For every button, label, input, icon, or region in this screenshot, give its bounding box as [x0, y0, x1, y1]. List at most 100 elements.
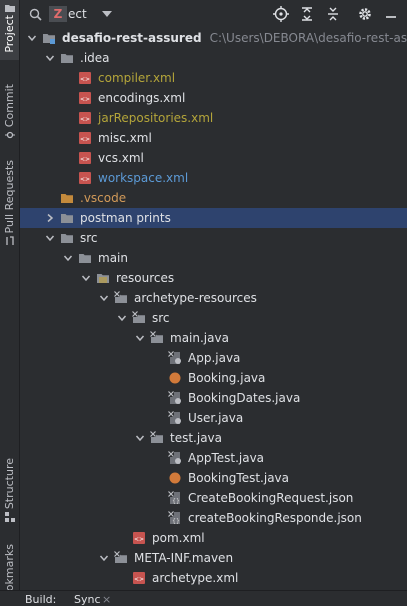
- hide-icon[interactable]: [383, 6, 399, 22]
- chevron-down-icon[interactable]: [80, 272, 92, 284]
- tree-item-label: .idea: [80, 51, 110, 65]
- tree-item[interactable]: postman prints: [20, 208, 407, 228]
- tree-item[interactable]: main: [20, 248, 407, 268]
- xml-file-icon: <>: [78, 131, 92, 145]
- tree-item[interactable]: <> misc.xml: [20, 128, 407, 148]
- tree-item[interactable]: .vscode: [20, 188, 407, 208]
- pull-requests-tab[interactable]: Pull Requests: [0, 160, 19, 250]
- structure-tab[interactable]: Structure: [0, 458, 19, 524]
- expand-all-icon[interactable]: [299, 6, 315, 22]
- tree-item[interactable]: META-INF.maven: [20, 548, 407, 568]
- tree-item[interactable]: resources: [20, 268, 407, 288]
- tree-item[interactable]: src: [20, 228, 407, 248]
- tree-item-label: .vscode: [80, 191, 127, 205]
- tree-item[interactable]: main.java: [20, 328, 407, 348]
- tree-item[interactable]: <> vcs.xml: [20, 148, 407, 168]
- tree-item-label: test.java: [170, 431, 223, 445]
- chevron-down-icon[interactable]: [102, 11, 112, 17]
- tree-item[interactable]: {} createBookingResponde.json: [20, 508, 407, 528]
- tree-item[interactable]: archetype-resources: [20, 288, 407, 308]
- folder-icon: [60, 231, 74, 245]
- folder-icon: [60, 51, 74, 65]
- chevron-down-icon[interactable]: [44, 232, 56, 244]
- tree-item[interactable]: <> encodings.xml: [20, 88, 407, 108]
- chevron-down-icon[interactable]: [62, 252, 74, 264]
- tree-item-label: vcs.xml: [98, 151, 144, 165]
- xml-file-icon: <>: [78, 171, 92, 185]
- settings-icon[interactable]: [357, 6, 373, 22]
- tree-item-label: jarRepositories.xml: [98, 111, 214, 125]
- tree-item[interactable]: AppTest.java: [20, 448, 407, 468]
- sync-tab[interactable]: Sync: [74, 593, 101, 606]
- tree-item[interactable]: BookingDates.java: [20, 388, 407, 408]
- chevron-down-icon[interactable]: [116, 312, 128, 324]
- tree-item[interactable]: desafio-rest-assured C:\Users\DEBORA\desa…: [20, 28, 407, 48]
- tree-item-label: BookingTest.java: [188, 471, 290, 485]
- tree-item[interactable]: src: [20, 308, 407, 328]
- locate-icon[interactable]: [273, 6, 289, 22]
- chevron-right-icon[interactable]: [44, 212, 56, 224]
- chevron-down-icon[interactable]: [26, 32, 38, 44]
- commit-tab[interactable]: Commit: [0, 84, 19, 144]
- structure-icon: [4, 512, 15, 523]
- xml-file-icon: <>: [132, 531, 146, 545]
- chevron-down-icon[interactable]: [98, 552, 110, 564]
- tree-item-label: misc.xml: [98, 131, 152, 145]
- project-tab[interactable]: Project: [0, 0, 19, 60]
- project-tree: desafio-rest-assured C:\Users\DEBORA\desa…: [20, 28, 407, 590]
- tree-item[interactable]: Booking.java: [20, 368, 407, 388]
- svg-text:<>: <>: [80, 156, 90, 163]
- svg-text:<>: <>: [80, 116, 90, 123]
- bottom-tool-bar: Build: Sync ×: [0, 590, 407, 606]
- commit-tab-label: Commit: [3, 84, 16, 128]
- tree-item[interactable]: {} CreateBookingRequest.json: [20, 488, 407, 508]
- chevron-down-icon[interactable]: [98, 292, 110, 304]
- view-selector[interactable]: ect: [68, 7, 87, 21]
- tree-item-label: main.java: [170, 331, 229, 345]
- chevron-down-icon[interactable]: [134, 432, 146, 444]
- tree-item[interactable]: .idea: [20, 48, 407, 68]
- tree-item-label: App.java: [188, 351, 241, 365]
- tree-item[interactable]: BookingTest.java: [20, 468, 407, 488]
- svg-text:<>: <>: [80, 136, 90, 143]
- tree-item-label: resources: [116, 271, 175, 285]
- excluded-folder-icon: [114, 551, 128, 565]
- tree-item[interactable]: <> jarRepositories.xml: [20, 108, 407, 128]
- json-file-icon: {}: [168, 511, 182, 525]
- collapse-all-icon[interactable]: [325, 6, 341, 22]
- tree-item[interactable]: <> pom.xml: [20, 528, 407, 548]
- excluded-folder-icon: [150, 331, 164, 345]
- tree-item[interactable]: User.java: [20, 408, 407, 428]
- tree-item[interactable]: <> compiler.xml: [20, 68, 407, 88]
- module-folder-icon: [42, 31, 56, 45]
- java-excluded-icon: [168, 351, 182, 365]
- tree-item-label: BookingDates.java: [188, 391, 301, 405]
- tree-item-label: Booking.java: [188, 371, 266, 385]
- chevron-down-icon[interactable]: [134, 332, 146, 344]
- search-icon[interactable]: [29, 8, 42, 21]
- close-icon[interactable]: ×: [102, 593, 111, 606]
- tree-item[interactable]: test.java: [20, 428, 407, 448]
- svg-text:{}: {}: [172, 498, 180, 505]
- build-label[interactable]: Build:: [25, 593, 56, 606]
- excluded-folder-icon: [132, 311, 146, 325]
- tree-item[interactable]: App.java: [20, 348, 407, 368]
- tree-item-label: compiler.xml: [98, 71, 176, 85]
- pull-request-icon: [5, 236, 14, 246]
- tree-item[interactable]: <> archetype.xml: [20, 568, 407, 588]
- folder-icon: [60, 191, 74, 205]
- tree-item-label: archetype.xml: [152, 571, 239, 585]
- chevron-down-icon[interactable]: [44, 52, 56, 64]
- tree-item[interactable]: <> workspace.xml: [20, 168, 407, 188]
